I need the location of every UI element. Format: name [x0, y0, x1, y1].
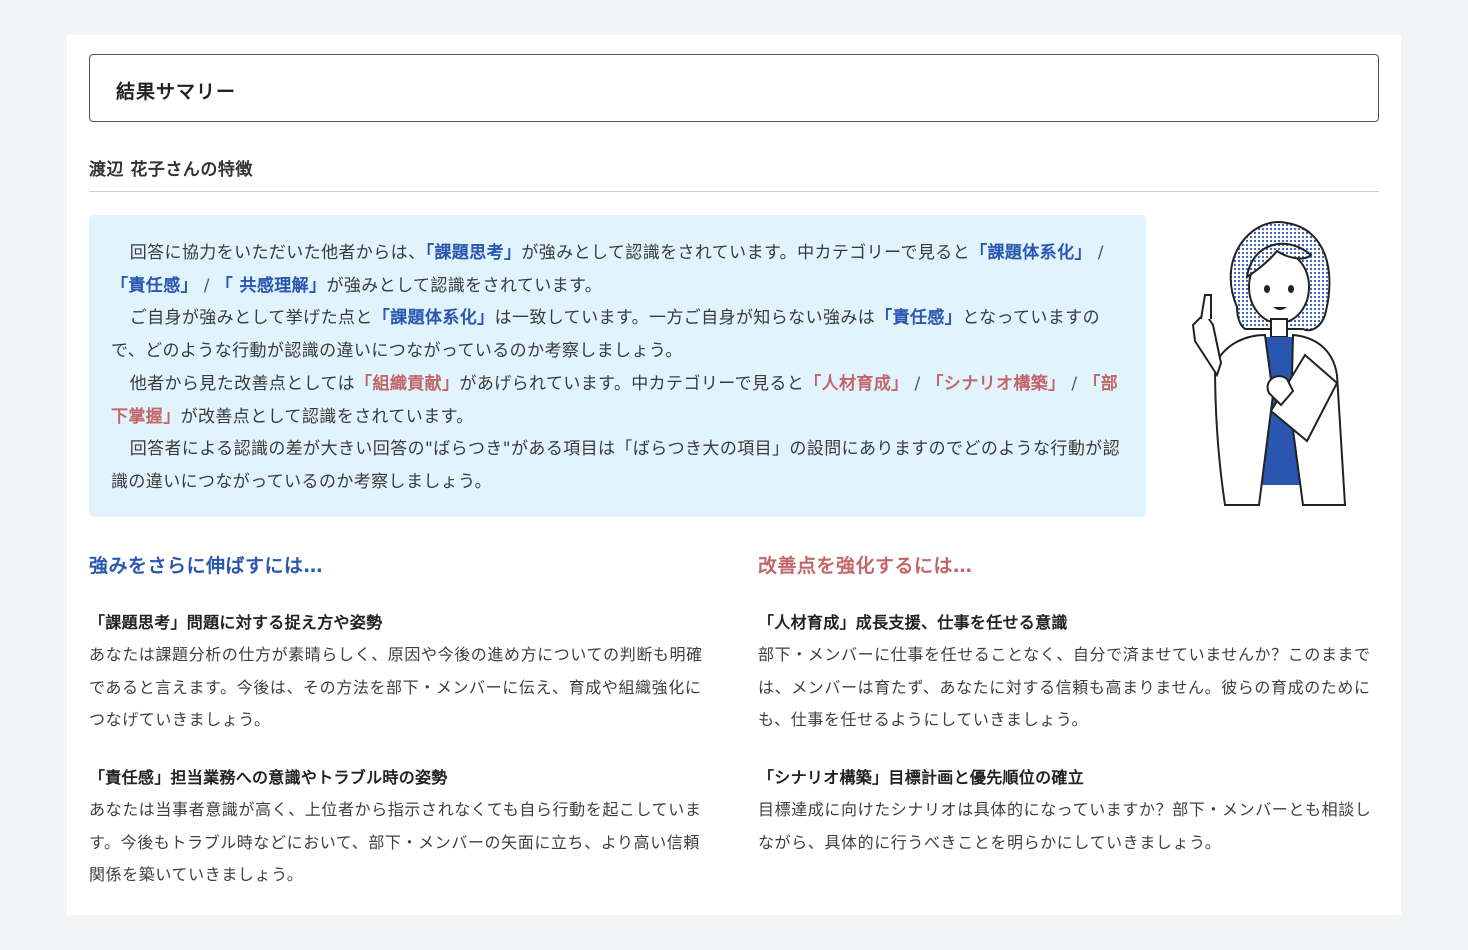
text: があげられています。中カテゴリーで見ると	[459, 373, 805, 394]
strengths-heading: 強みをさらに伸ばすには…	[89, 555, 324, 577]
improvements-section: 改善点を強化するには… 「人材育成」成長支援、仕事を任せる意識 部下・メンバーに…	[758, 551, 1383, 852]
separator: /	[908, 373, 927, 394]
text: は一致しています。一方ご自身が知らない強みは	[494, 308, 876, 329]
summary-paragraph-2: ご自身が強みとして挙げた点と「課題体系化」は一致しています。一方ご自身が知らない…	[111, 302, 1122, 367]
strengths-section: 強みをさらに伸ばすには… 「課題思考」問題に対する捉え方や姿勢 あなたは課題分析…	[89, 551, 714, 884]
summary-title-box: 結果サマリー	[89, 54, 1379, 122]
text: 回答に協力をいただいた他者からは、	[129, 243, 426, 263]
text: が強みとして認識をされています。	[326, 275, 603, 296]
result-summary-card: 結果サマリー 渡辺 花子さんの特徴 回答に協力をいただいた他者からは、「課題思考…	[67, 35, 1401, 915]
keyword-improvement: 「シナリオ構築」	[926, 373, 1066, 394]
keyword-improvement: 「人材育成」	[804, 373, 909, 394]
improvement-item-title: 「人材育成」成長支援、仕事を任せる意識	[758, 613, 1068, 632]
woman-pointing-illustration	[1191, 220, 1347, 506]
person-traits-heading: 渡辺 花子さんの特徴	[89, 160, 253, 180]
keyword-improvement: 「組織貢献」	[355, 373, 460, 394]
strength-item-title: 「責任感」担当業務への意識やトラブル時の姿勢	[89, 768, 448, 787]
strength-item: 「課題思考」問題に対する捉え方や姿勢 あなたは課題分析の仕方が素晴らしく、原因や…	[89, 609, 714, 737]
improvement-item: 「シナリオ構築」目標計画と優先順位の確立 目標達成に向けたシナリオは具体的になっ…	[758, 764, 1383, 859]
keyword-strength: 「 共感理解」	[215, 275, 327, 296]
keyword-strength: 「責任感」	[111, 275, 198, 296]
separator: /	[198, 275, 216, 296]
improvement-item: 「人材育成」成長支援、仕事を任せる意識 部下・メンバーに仕事を任せることなく、自…	[758, 609, 1383, 737]
summary-text-box: 回答に協力をいただいた他者からは、「課題思考」が強みとして認識をされています。中…	[89, 215, 1146, 517]
strength-item-title: 「課題思考」問題に対する捉え方や姿勢	[89, 613, 383, 632]
summary-paragraph-4: 回答者による認識の差が大きい回答の"ばらつき"がある項目は「ばらつき大の項目」の…	[111, 439, 1121, 492]
strength-item-body: あなたは当事者意識が高く、上位者から指示されなくても自ら行動を起こしています。今…	[89, 800, 702, 884]
improvements-heading: 改善点を強化するには…	[758, 555, 973, 577]
strength-item-body: あなたは課題分析の仕方が素晴らしく、原因や今後の進め方についての判断も明確である…	[89, 645, 703, 729]
keyword-strength: 「課題体系化」	[372, 308, 495, 329]
text: ご自身が強みとして挙げた点と	[129, 308, 373, 329]
keyword-strength: 「課題思考」	[425, 243, 522, 263]
divider	[89, 191, 1379, 192]
improvement-item-body: 目標達成に向けたシナリオは具体的になっていますか？部下・メンバーとも相談しながら…	[758, 800, 1372, 852]
separator: /	[1091, 243, 1104, 263]
summary-paragraph-1: 回答に協力をいただいた他者からは、「課題思考」が強みとして認識をされています。中…	[111, 237, 1122, 302]
improvement-item-title: 「シナリオ構築」目標計画と優先順位の確立	[758, 768, 1085, 787]
keyword-strength: 「責任感」	[875, 308, 963, 329]
summary-paragraph-3: 他者から見た改善点としては「組織貢献」があげられています。中カテゴリーで見ると「…	[111, 368, 1122, 433]
improvement-item-body: 部下・メンバーに仕事を任せることなく、自分で済ませていませんか？このままでは、メ…	[758, 645, 1371, 729]
page-title: 結果サマリー	[116, 81, 237, 103]
strength-item: 「責任感」担当業務への意識やトラブル時の姿勢 あなたは当事者意識が高く、上位者か…	[89, 764, 714, 892]
separator: /	[1065, 373, 1084, 394]
text: が強みとして認識をされています。中カテゴリーで見ると	[521, 243, 971, 263]
text: 他者から見た改善点としては	[129, 373, 356, 394]
text: が改善点として認識をされています。	[180, 406, 474, 427]
keyword-strength: 「課題体系化」	[970, 243, 1092, 263]
